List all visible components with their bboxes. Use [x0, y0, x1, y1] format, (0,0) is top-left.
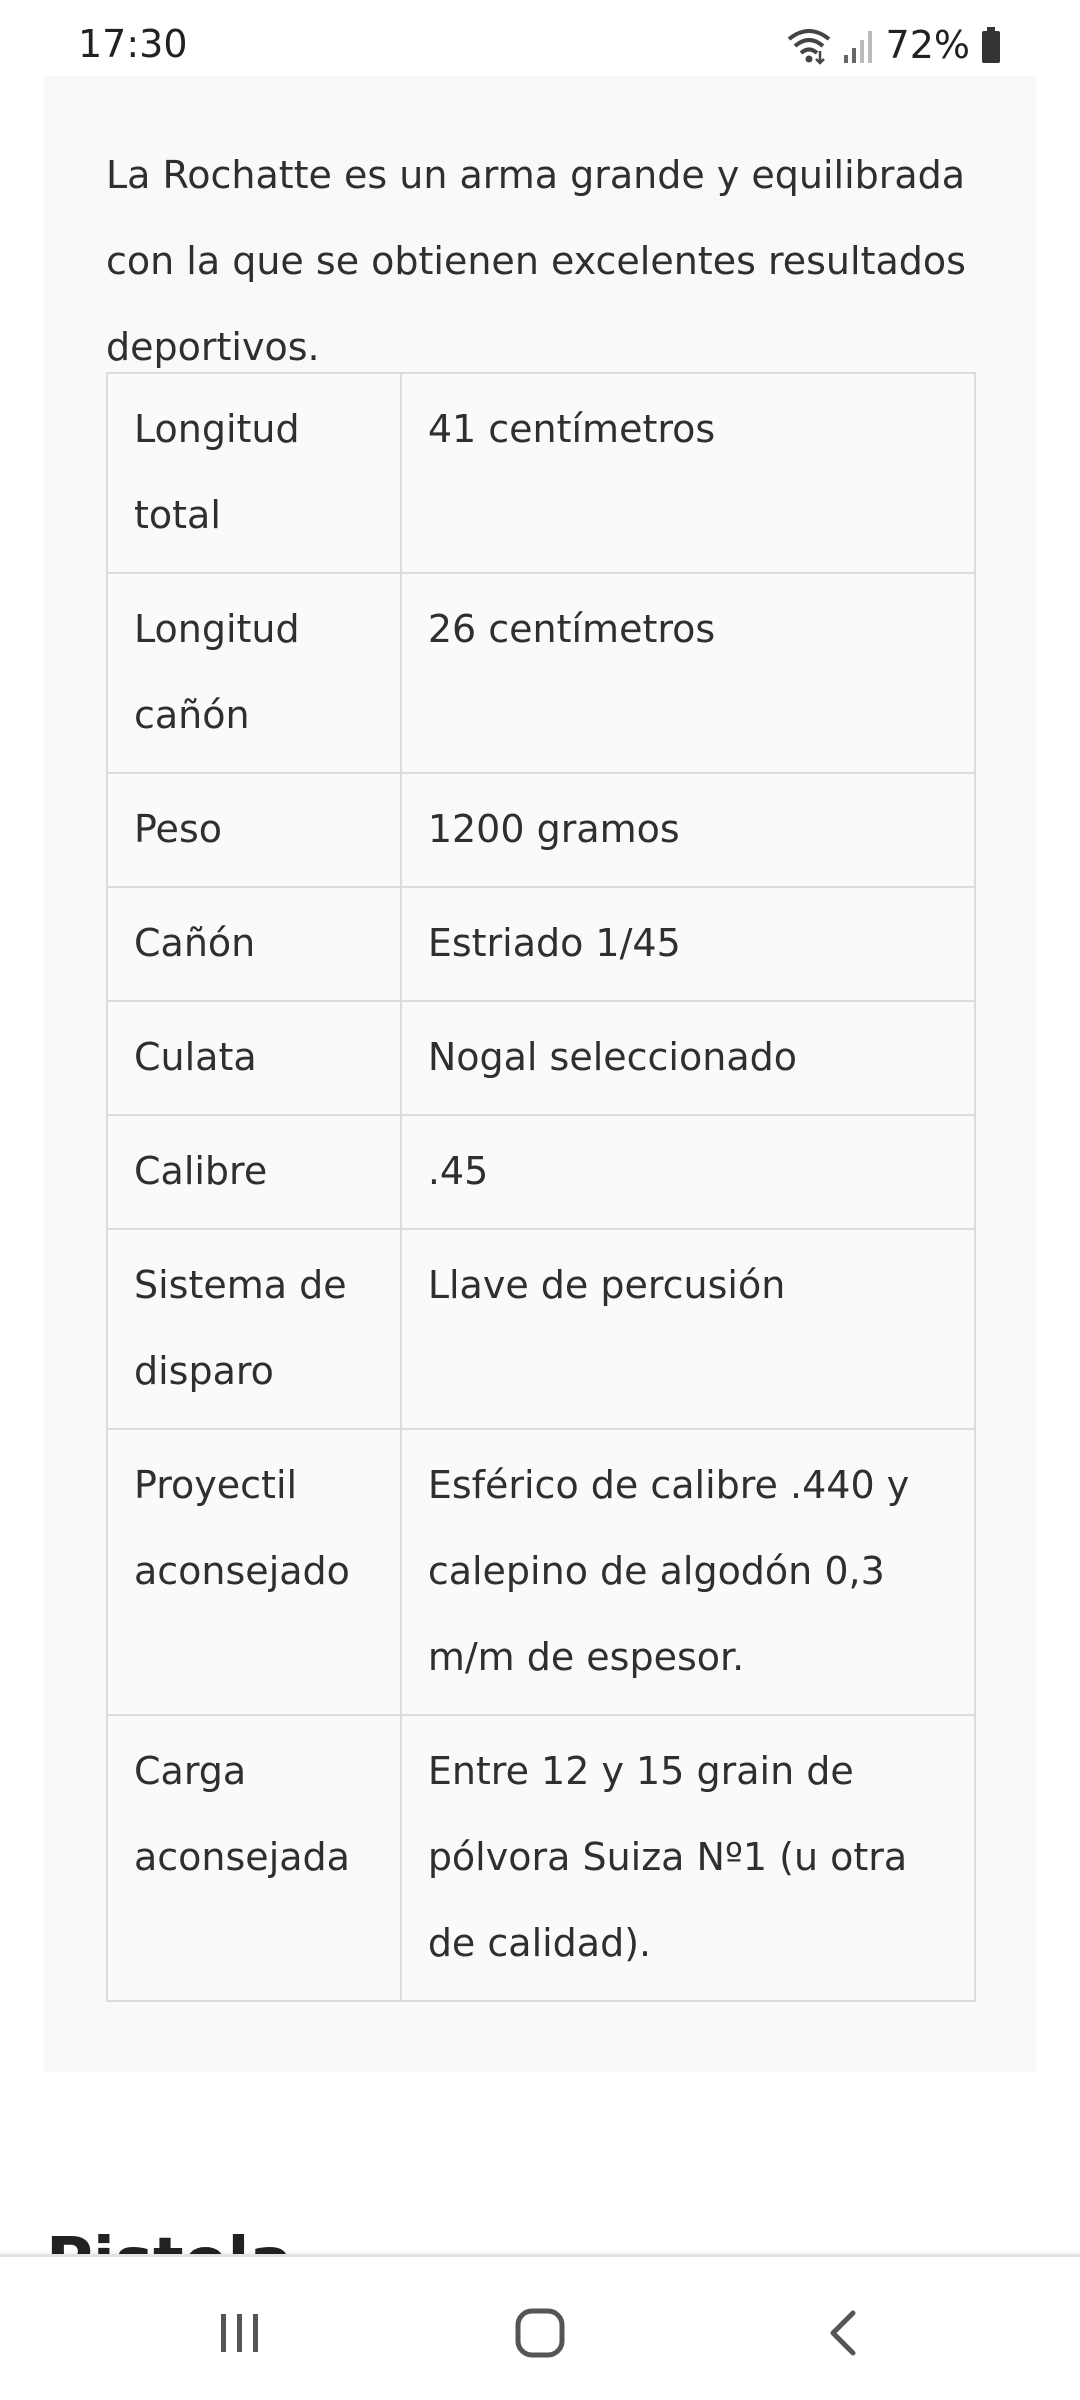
spec-value: 26 centímetros [399, 572, 977, 774]
table-row: Longitud cañón 26 centímetros [106, 572, 977, 774]
home-icon [515, 2308, 565, 2358]
spec-value: Llave de percusión [399, 1228, 977, 1430]
wifi-icon [787, 29, 830, 65]
spec-value: Entre 12 y 15 grain de pólvora Suiza Nº1… [399, 1714, 977, 2002]
table-row: Cañón Estriado 1/45 [106, 886, 977, 1002]
table-row: Carga aconsejada Entre 12 y 15 grain de … [106, 1714, 977, 2002]
spec-label: Carga aconsejada [106, 1714, 402, 2002]
table-row: Culata Nogal seleccionado [106, 1000, 977, 1116]
table-row: Calibre .45 [106, 1114, 977, 1230]
status-icons: 72% [786, 20, 1002, 70]
battery-icon [982, 27, 1000, 63]
home-button[interactable] [500, 2293, 580, 2373]
spec-value: Esférico de calibre .440 y calepino de a… [399, 1428, 977, 1716]
spec-label: Sistema de disparo [106, 1228, 402, 1430]
spec-value: .45 [399, 1114, 977, 1230]
back-icon [830, 2310, 856, 2356]
spec-table: Longitud total 41 centímetros Longitud c… [106, 372, 977, 2002]
spec-value: 41 centímetros [399, 372, 977, 574]
spec-label: Peso [106, 772, 402, 888]
table-row: Peso 1200 gramos [106, 772, 977, 888]
article-card: La Rochatte es un arma grande y equilibr… [44, 76, 1036, 2072]
spec-label: Culata [106, 1000, 402, 1116]
spec-label: Longitud cañón [106, 572, 402, 774]
spec-value: Estriado 1/45 [399, 886, 977, 1002]
back-button[interactable] [803, 2293, 883, 2373]
table-row: Proyectil aconsejado Esférico de calibre… [106, 1428, 977, 1716]
next-section-heading: Pistola [46, 2222, 293, 2258]
spec-label: Proyectil aconsejado [106, 1428, 402, 1716]
spec-label: Longitud total [106, 372, 402, 574]
recents-button[interactable] [200, 2293, 280, 2373]
signal-icon [843, 31, 872, 63]
table-row: Sistema de disparo Llave de percusión [106, 1228, 977, 1430]
table-row: Longitud total 41 centímetros [106, 372, 977, 574]
battery-percent: 72% [885, 23, 970, 67]
status-time: 17:30 [78, 22, 188, 66]
spec-label: Calibre [106, 1114, 402, 1230]
spec-value: Nogal seleccionado [399, 1000, 977, 1116]
spec-label: Cañón [106, 886, 402, 1002]
recents-icon [221, 2314, 258, 2352]
navigation-bar [0, 2254, 1080, 2400]
intro-paragraph: La Rochatte es un arma grande y equilibr… [106, 153, 966, 369]
spec-value: 1200 gramos [399, 772, 977, 888]
